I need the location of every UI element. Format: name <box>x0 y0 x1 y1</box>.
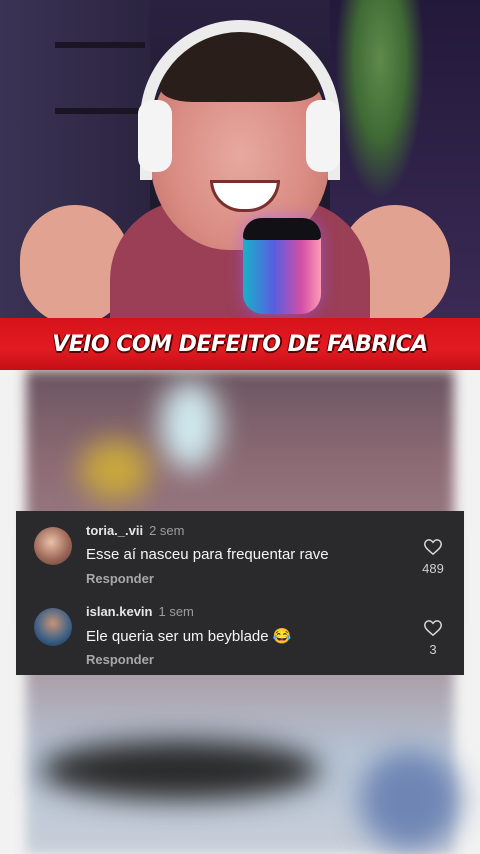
shelf <box>55 108 145 114</box>
blur-shape <box>160 380 220 470</box>
avatar[interactable] <box>34 608 72 646</box>
blur-shape <box>360 750 460 850</box>
heart-icon[interactable] <box>424 539 442 555</box>
comment-time: 1 sem <box>158 604 194 619</box>
video-frame[interactable] <box>0 0 480 318</box>
comment-item: islan.kevin 1 sem Ele queria ser um beybl… <box>16 592 464 672</box>
comment-username[interactable]: toria._.vii <box>86 523 143 538</box>
heart-icon[interactable] <box>424 620 442 636</box>
caption-banner: VEIO COM DEFEITO DE FABRICA <box>0 318 480 370</box>
like-button[interactable]: 489 <box>418 539 448 576</box>
comment-header: toria._.vii 2 sem <box>86 523 184 538</box>
comments-card: toria._.vii 2 sem Esse aí nasceu para fre… <box>16 511 464 675</box>
comment-time: 2 sem <box>149 523 185 538</box>
comment-item: toria._.vii 2 sem Esse aí nasceu para fre… <box>16 511 464 591</box>
microphone-cap <box>243 218 321 240</box>
blur-shape <box>40 740 320 800</box>
comment-text: Ele queria ser um beyblade 😂 <box>86 628 292 645</box>
comment-header: islan.kevin 1 sem <box>86 604 194 619</box>
headphone-cup <box>138 100 172 172</box>
avatar[interactable] <box>34 527 72 565</box>
like-count: 489 <box>422 561 444 576</box>
caption-text: VEIO COM DEFEITO DE FABRICA <box>52 331 428 357</box>
comment-text: Esse aí nasceu para frequentar rave <box>86 546 329 563</box>
headphone-cup <box>306 100 340 172</box>
like-count: 3 <box>429 642 437 657</box>
like-button[interactable]: 3 <box>418 620 448 657</box>
reply-button[interactable]: Responder <box>86 652 154 667</box>
comment-username[interactable]: islan.kevin <box>86 604 152 619</box>
plant-decoration <box>335 0 425 200</box>
blur-shape <box>80 440 150 500</box>
reply-button[interactable]: Responder <box>86 571 154 586</box>
shelf <box>55 42 145 48</box>
